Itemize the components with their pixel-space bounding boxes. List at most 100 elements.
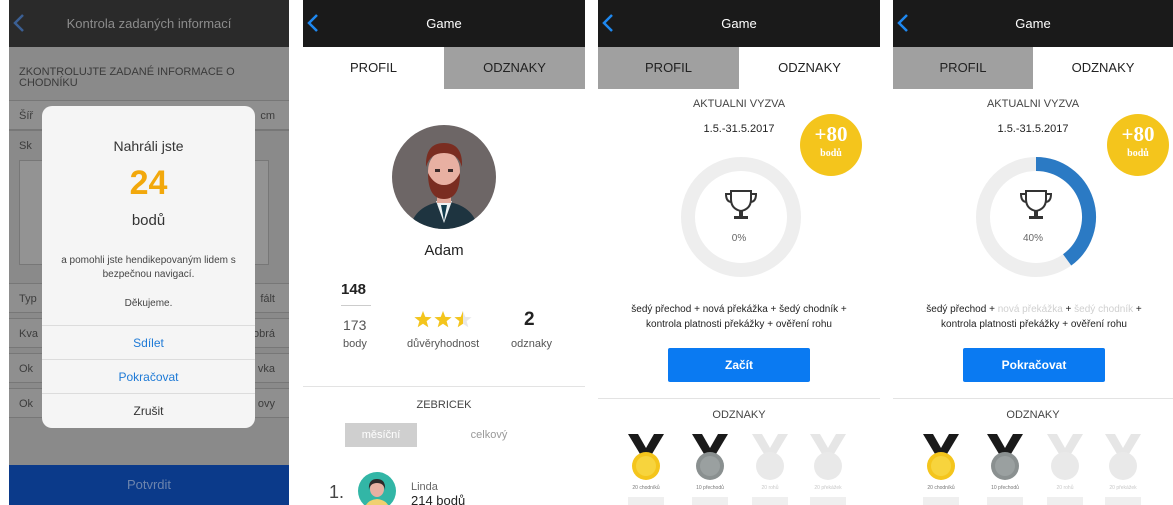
share-button[interactable]: Sdílet: [42, 325, 255, 359]
bonus-value: +80: [814, 122, 848, 146]
progress-ring: [681, 157, 801, 277]
medal-label: 10 přechodů: [696, 485, 724, 491]
row-label: Ok: [19, 363, 34, 375]
task-item: ověření rohu: [775, 319, 832, 330]
bonus-value: +80: [1121, 122, 1155, 146]
start-button[interactable]: Začít: [668, 348, 810, 382]
bonus-badge: +80 bodů: [800, 114, 862, 176]
star-filled-icon: [414, 311, 432, 328]
badges-screen-progress: Game PROFIL ODZNAKY AKTUALNI VYZVA 1.5.-…: [893, 0, 1173, 505]
row-value: cm: [260, 110, 275, 122]
bonus-unit: bodů: [820, 148, 842, 159]
medal-placeholder: [987, 497, 1023, 505]
medal-placeholder: [1105, 497, 1141, 505]
badges-label: odznaky: [511, 338, 552, 350]
continue-button[interactable]: Pokračovat: [42, 359, 255, 393]
chevron-left-icon: [13, 14, 24, 32]
task-item: kontrola platnosti překážky: [646, 319, 765, 330]
points-label: body: [343, 338, 367, 350]
segment-monthly[interactable]: měsíční: [345, 423, 417, 447]
avatar: [392, 125, 496, 229]
task-item-done: nová překážka: [997, 304, 1063, 315]
earned-points: 24: [129, 164, 168, 202]
progress-percent: 0%: [731, 233, 747, 244]
medal-locked-icon: [752, 434, 788, 480]
medal-label: 10 přechodů: [991, 485, 1019, 491]
leader-points: 214 bodů: [411, 493, 466, 505]
tab-profile[interactable]: PROFIL: [303, 47, 444, 89]
progress-arc: [1035, 157, 1096, 266]
medal-label: 20 chodníků: [632, 485, 660, 491]
chevron-left-icon: [307, 14, 318, 32]
segment-overall[interactable]: celkový: [453, 423, 525, 447]
points-value: 173: [343, 317, 367, 333]
challenge-title: AKTUALNI VYZVA: [692, 98, 786, 110]
task-item-done: šedý chodník: [1074, 304, 1134, 315]
tab-profile[interactable]: PROFIL: [598, 47, 739, 89]
tab-bar: PROFIL ODZNAKY: [303, 47, 585, 89]
badges-title: ODZNAKY: [712, 409, 766, 421]
challenge-title: AKTUALNI VYZVA: [986, 98, 1080, 110]
medal-gold-icon: [628, 434, 664, 480]
top-bar: Game: [303, 0, 585, 47]
back-button[interactable]: [305, 0, 323, 47]
back-button[interactable]: [895, 0, 913, 47]
cancel-button[interactable]: Zrušit: [42, 393, 255, 427]
tab-profile[interactable]: PROFIL: [893, 47, 1033, 89]
tab-badges[interactable]: ODZNAKY: [739, 47, 880, 89]
tab-badges[interactable]: ODZNAKY: [1033, 47, 1173, 89]
page-title: Game: [426, 16, 462, 31]
medal-placeholder: [628, 497, 664, 505]
task-item: nová překážka: [702, 304, 768, 315]
medal-placeholder: [752, 497, 788, 505]
medal-label: 20 rohů: [761, 485, 779, 491]
tab-badges[interactable]: ODZNAKY: [444, 47, 585, 89]
row-value: obrá: [252, 328, 275, 340]
back-button[interactable]: [11, 0, 29, 47]
badges-screen-start: Game PROFIL ODZNAKY AKTUALNI VYZVA 1.5.-…: [598, 0, 880, 505]
medal-placeholder: [810, 497, 846, 505]
task-list: šedý přechod + nová překážka + šedý chod…: [631, 304, 847, 330]
points-unit: bodů: [131, 212, 166, 229]
continue-button[interactable]: Pokračovat: [963, 348, 1105, 382]
task-list: šedý přechod + nová překážka + šedý chod…: [926, 304, 1142, 330]
medal-silver-icon: [692, 434, 728, 480]
tab-bar: PROFIL ODZNAKY: [893, 47, 1173, 89]
confirm-button[interactable]: Potvrdit: [9, 465, 289, 505]
medal-placeholder: [923, 497, 959, 505]
confirm-info-screen: Kontrola zadaných informací ZKONTROLUJTE…: [9, 0, 289, 505]
back-button[interactable]: [600, 0, 618, 47]
leaderboard-title: ZEBRICEK: [416, 399, 472, 411]
medal-locked-icon: [1047, 434, 1083, 480]
bonus-badge: +80 bodů: [1107, 114, 1169, 176]
trust-rating-stars: [414, 311, 472, 328]
chevron-left-icon: [897, 14, 908, 32]
leader-rank: 1.: [329, 482, 345, 502]
dialog-heading: Nahráli jste: [113, 138, 184, 154]
row-label: Kva: [19, 328, 38, 340]
medal-label: 20 překážek: [814, 485, 842, 491]
divider: [598, 398, 880, 399]
leader-name: Linda: [411, 481, 438, 493]
medal-label: 20 překážek: [1109, 485, 1137, 491]
form-title: ZKONTROLUJTE ZADANÉ INFORMACE O CHODNÍKU: [19, 66, 235, 89]
user-name: Adam: [424, 242, 464, 259]
badges-count: 2: [524, 309, 535, 330]
row-value: vka: [257, 363, 275, 375]
bonus-unit: bodů: [1127, 148, 1149, 159]
medal-gold-icon: [923, 434, 959, 480]
chevron-left-icon: [602, 14, 613, 32]
page-title: Game: [721, 16, 757, 31]
divider: [893, 398, 1173, 399]
top-bar: Game: [598, 0, 880, 47]
profile-screen: Game PROFIL ODZNAKY Adam 148 173 body dů…: [303, 0, 585, 505]
medal-placeholder: [692, 497, 728, 505]
task-item: šedý přechod: [631, 304, 692, 315]
medal-placeholder: [1047, 497, 1083, 505]
tab-bar: PROFIL ODZNAKY: [598, 47, 880, 89]
reward-dialog: Nahráli jste 24 bodů a pomohli jste hend…: [42, 106, 255, 428]
top-bar: Game: [893, 0, 1173, 47]
row-label: Typ: [19, 293, 37, 305]
leader-avatar: [358, 472, 396, 505]
medal-silver-icon: [987, 434, 1023, 480]
